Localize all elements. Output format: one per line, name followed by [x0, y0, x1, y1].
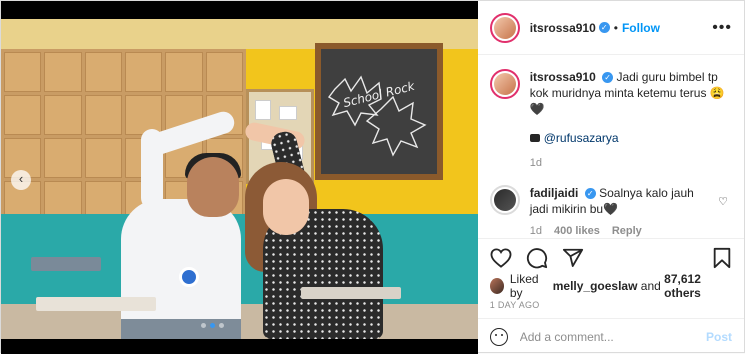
caption-extra: @rufusazarya 1d: [529, 131, 732, 169]
post-sidebar: itsrossa910 ✓ • Follow ••• itsrossa910 ✓…: [477, 1, 744, 354]
tagged-user-link[interactable]: @rufusazarya: [544, 131, 619, 145]
post-date[interactable]: 1 DAY AGO: [478, 296, 744, 318]
post-photo: School Rock: [1, 19, 478, 339]
caption-body: itsrossa910 ✓ Jadi guru bimbel tp kok mu…: [530, 69, 730, 117]
comment-age: 1d: [529, 225, 542, 237]
comment-like-heart-icon[interactable]: ♡: [718, 195, 728, 208]
add-comment-bar: Post: [477, 318, 744, 354]
post-comment-button[interactable]: Post: [706, 330, 732, 344]
liker-avatar[interactable]: [489, 278, 504, 294]
caption-avatar[interactable]: [489, 69, 520, 99]
likes-summary: Liked by melly_goeslaw and 87,612 others: [478, 272, 744, 300]
share-icon[interactable]: [562, 247, 584, 269]
commenter-avatar[interactable]: [489, 185, 520, 215]
liker-username[interactable]: melly_goeslaw: [553, 279, 638, 293]
photo-person-girl-face: [263, 179, 309, 235]
comment-icon[interactable]: [526, 247, 548, 269]
post-header: itsrossa910 ✓ • Follow •••: [477, 1, 744, 55]
post-caption: itsrossa910 ✓ Jadi guru bimbel tp kok mu…: [489, 69, 732, 117]
photo-desk: [301, 287, 401, 299]
comment-meta: 1d 400 likes Reply: [530, 225, 732, 237]
photo-person-boy-head: [187, 157, 239, 217]
author-username[interactable]: itsrossa910: [530, 21, 596, 35]
carousel-dot-active: [210, 323, 215, 328]
verified-badge-icon: ✓: [584, 188, 596, 200]
photo-desk: [31, 257, 101, 271]
caption-username[interactable]: itsrossa910: [530, 70, 596, 84]
camera-icon: [529, 134, 540, 142]
comments-section[interactable]: itsrossa910 ✓ Jadi guru bimbel tp kok mu…: [478, 55, 744, 238]
carousel-indicator: [201, 323, 224, 328]
comment-input[interactable]: [519, 329, 706, 344]
carousel-dot: [201, 323, 206, 328]
bookmark-icon[interactable]: [712, 247, 732, 269]
follow-button[interactable]: Follow: [622, 21, 660, 35]
post-media[interactable]: School Rock ‹: [1, 1, 478, 354]
comment-reply-button[interactable]: Reply: [612, 225, 642, 237]
verified-badge-icon: ✓: [602, 72, 614, 84]
photo-badge-icon: [179, 267, 199, 287]
comment-likes-count[interactable]: 400 likes: [554, 225, 600, 237]
commenter-username[interactable]: fadiljaidi: [530, 186, 579, 200]
caption-age: 1d: [529, 157, 542, 169]
post-actions: [477, 238, 744, 276]
comment-body: fadiljaidi ✓ Soalnya kalo jauh jadi miki…: [530, 185, 705, 217]
instagram-post: School Rock ‹ itsrossa910 ✓ • Follow •••…: [0, 0, 745, 354]
emoji-icon[interactable]: [489, 327, 508, 346]
carousel-dot: [219, 323, 224, 328]
more-options-icon[interactable]: •••: [712, 19, 732, 37]
photo-chalkboard: School Rock: [315, 43, 443, 180]
photo-person-boy-pants: [121, 319, 241, 339]
author-avatar[interactable]: [489, 12, 520, 43]
photo-desk: [36, 297, 156, 311]
heart-icon[interactable]: [490, 247, 512, 268]
carousel-prev-button[interactable]: ‹: [11, 170, 31, 190]
photo-credit: @rufusazarya: [529, 131, 732, 145]
likes-connector: and: [640, 279, 661, 293]
comment-item: fadiljaidi ✓ Soalnya kalo jauh jadi miki…: [489, 185, 732, 217]
verified-badge-icon: ✓: [598, 22, 610, 33]
header-separator: •: [613, 20, 618, 35]
